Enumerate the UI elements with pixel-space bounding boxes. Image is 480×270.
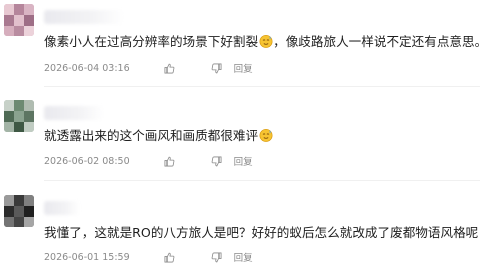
username-blurred[interactable]	[44, 201, 80, 215]
avatar[interactable]	[4, 4, 34, 36]
thumbs-up-icon[interactable]	[164, 156, 175, 167]
thumbs-down-icon[interactable]	[211, 156, 222, 167]
comment-text: 像素小人在过高分辨率的场景下好割裂 ，像歧路旅人一样说不定还有点意思。	[44, 33, 480, 50]
comment-divider	[44, 86, 480, 87]
thumbs-down-icon[interactable]	[211, 252, 222, 263]
thumbs-down-icon[interactable]	[211, 63, 222, 74]
reply-button[interactable]: 回复	[234, 250, 253, 264]
comment-text-main: 我懂了，这就是RO的八方旅人是吧？好好的蚁后怎么就改成了废都物语风格呢	[44, 225, 479, 240]
username-blurred[interactable]	[44, 106, 104, 120]
thumbs-up-icon[interactable]	[164, 252, 175, 263]
comment-timestamp: 2026-06-04 03:16	[44, 62, 130, 74]
comment-text: 我懂了，这就是RO的八方旅人是吧？好好的蚁后怎么就改成了废都物语风格呢	[44, 224, 478, 241]
username-blurred[interactable]	[44, 10, 124, 24]
comment-text-main: 像素小人在过高分辨率的场景下好割裂	[44, 34, 259, 49]
awkward-sweat-emoji-icon	[259, 34, 273, 48]
comment-timestamp: 2026-06-02 08:50	[44, 155, 130, 167]
comment-text-main: 就透露出来的这个画风和画质都很难评	[44, 128, 259, 143]
comment-text: 就透露出来的这个画风和画质都很难评	[44, 127, 273, 144]
comment-meta: 2026-06-04 03:16 回复	[44, 61, 253, 76]
comment-meta: 2026-06-01 15:59 回复	[44, 250, 253, 265]
comment-meta: 2026-06-02 08:50 回复	[44, 154, 253, 169]
reply-button[interactable]: 回复	[234, 154, 253, 168]
avatar[interactable]	[4, 100, 34, 132]
comment-text-tail: ，像歧路旅人一样说不定还有点意思。	[273, 34, 480, 49]
comment-timestamp: 2026-06-01 15:59	[44, 251, 130, 263]
thumbs-up-icon[interactable]	[164, 63, 175, 74]
reply-button[interactable]: 回复	[234, 61, 253, 75]
avatar[interactable]	[4, 195, 34, 227]
awkward-sweat-emoji-icon	[259, 128, 273, 142]
comment-divider	[44, 180, 480, 181]
